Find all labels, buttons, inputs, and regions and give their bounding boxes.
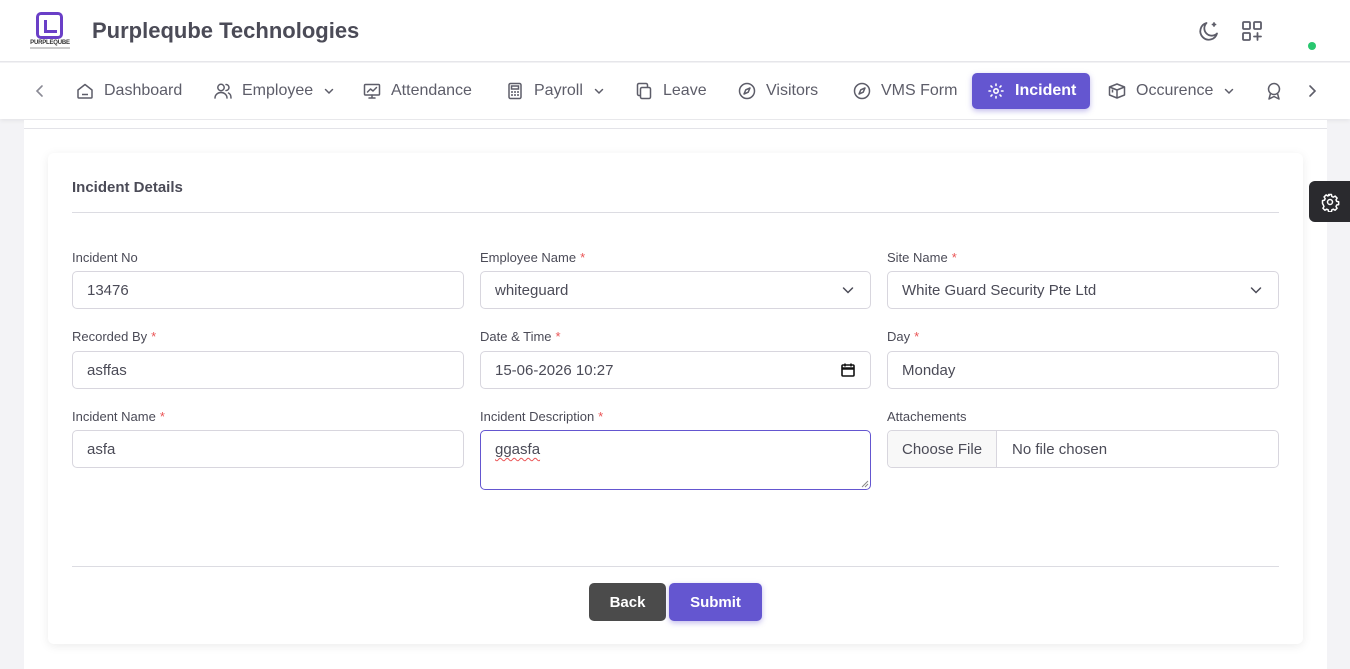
nav-item-attendance[interactable]: Attendance	[362, 73, 472, 109]
date-time-input[interactable]: 15-06-2026 10:27	[480, 351, 871, 389]
compass-icon	[738, 82, 756, 100]
nav-label-payroll: Payroll	[534, 82, 583, 99]
day-label: Day *	[887, 329, 920, 344]
compass-icon	[853, 82, 871, 100]
app-title: Purpleqube Technologies	[92, 18, 360, 43]
award-icon	[1267, 82, 1281, 100]
nav-item-payroll[interactable]: Payroll	[505, 73, 606, 109]
incident-description-text: ggasfa	[495, 441, 541, 458]
nav-item-vms-form[interactable]: VMS Form	[852, 73, 957, 109]
chevron-down-icon	[1250, 287, 1262, 294]
gear-icon	[1321, 193, 1339, 212]
back-button[interactable]: Back	[589, 583, 666, 621]
content-divider	[24, 128, 1327, 129]
employee-name-select[interactable]: whiteguard	[480, 271, 871, 309]
scroll-left-chevron-icon[interactable]	[30, 81, 50, 101]
chevron-down-icon	[594, 88, 604, 95]
attachments-label: Attachements	[887, 409, 967, 424]
choose-file-button[interactable]: Choose File	[888, 431, 998, 467]
nav-item-visitors[interactable]: Visitors	[737, 73, 818, 109]
submit-button[interactable]: Submit	[669, 583, 762, 621]
calendar-icon[interactable]	[840, 362, 856, 378]
site-name-label: Site Name *	[887, 250, 957, 265]
resize-grip-icon[interactable]	[861, 480, 869, 488]
box-icon	[1108, 83, 1126, 99]
recorded-by-input[interactable]: asffas	[72, 351, 464, 389]
nav-label-vms-form: VMS Form	[881, 82, 958, 99]
date-time-label: Date & Time *	[480, 329, 561, 344]
incident-name-input[interactable]: asfa	[72, 430, 464, 468]
main-navigation: Dashboard Employee Attendance Payroll Le…	[0, 63, 1350, 119]
nav-label-leave: Leave	[663, 82, 707, 99]
nav-item-occurence[interactable]: Occurence	[1107, 73, 1236, 109]
scroll-right-chevron-icon[interactable]	[1302, 81, 1322, 101]
incident-description-label: Incident Description *	[480, 409, 604, 424]
employee-name-label: Employee Name *	[480, 250, 586, 265]
chevron-down-icon	[324, 88, 334, 95]
recorded-by-label: Recorded By *	[72, 329, 157, 344]
chevron-down-icon	[842, 287, 854, 294]
presentation-chart-icon	[363, 83, 381, 99]
incident-form-card	[48, 153, 1303, 644]
incident-no-label: Incident No	[72, 250, 138, 265]
card-title: Incident Details	[72, 179, 183, 196]
nav-item-leave[interactable]: Leave	[634, 73, 707, 109]
online-status-dot	[1308, 42, 1316, 50]
nav-label-dashboard: Dashboard	[104, 82, 183, 99]
nav-item-awards[interactable]	[1264, 73, 1293, 109]
nav-label-incident: Incident	[1015, 82, 1077, 99]
nav-label-visitors: Visitors	[766, 82, 819, 99]
nav-item-incident[interactable]: Incident	[972, 73, 1091, 109]
dark-mode-moon-icon[interactable]	[1197, 19, 1221, 43]
nav-label-occurence: Occurence	[1136, 82, 1214, 99]
users-icon	[214, 83, 232, 99]
nav-item-dashboard[interactable]: Dashboard	[75, 73, 182, 109]
calculator-icon	[508, 82, 522, 100]
logo-text: PURPLEQUBE	[30, 40, 70, 46]
form-footer-divider	[72, 566, 1279, 567]
site-name-select[interactable]: White Guard Security Pte Ltd	[887, 271, 1279, 309]
chevron-down-icon	[1225, 88, 1234, 95]
nav-label-attendance: Attendance	[391, 82, 472, 99]
file-status-text: No file chosen	[1012, 440, 1108, 458]
nav-item-employee[interactable]: Employee	[213, 73, 336, 109]
apps-grid-icon[interactable]	[1240, 19, 1264, 43]
copy-icon	[636, 82, 652, 100]
top-header: PURPLEQUBE Purpleqube Technologies	[0, 0, 1350, 62]
home-icon	[77, 83, 93, 99]
nav-label-employee: Employee	[242, 82, 314, 99]
incident-description-textarea[interactable]: ggasfa	[480, 430, 871, 490]
attachments-file-input[interactable]: Choose File No file chosen	[887, 430, 1279, 468]
card-divider	[72, 212, 1279, 213]
focus-icon	[988, 83, 1004, 99]
customizer-toggle-button[interactable]	[1309, 181, 1350, 222]
day-input[interactable]: Monday	[887, 351, 1279, 389]
company-logo[interactable]: PURPLEQUBE	[30, 11, 70, 51]
incident-no-input[interactable]: 13476	[72, 271, 464, 309]
incident-name-label: Incident Name *	[72, 409, 165, 424]
